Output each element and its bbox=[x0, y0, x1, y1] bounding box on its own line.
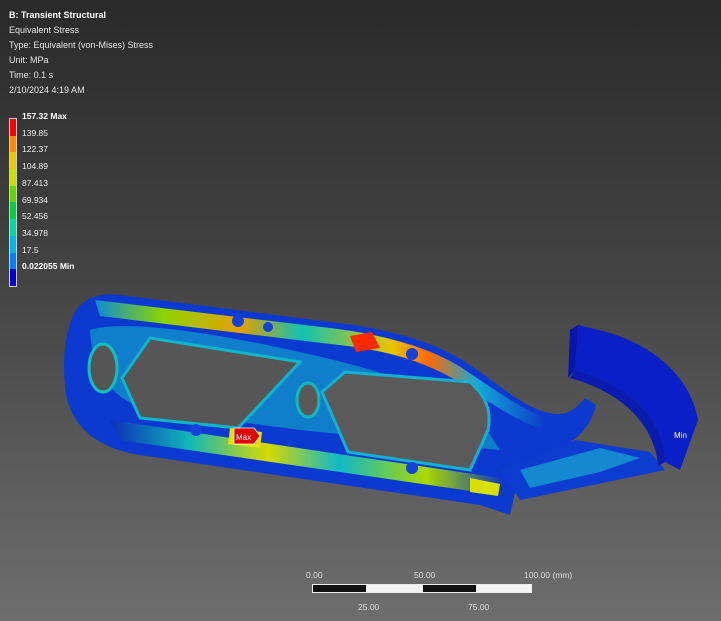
scale-tick-50: 50.00 bbox=[414, 570, 436, 580]
min-probe[interactable]: Min bbox=[674, 431, 687, 440]
max-probe-label: Max bbox=[236, 433, 251, 442]
max-probe[interactable]: Max bbox=[233, 427, 261, 445]
scale-tick-0: 0.00 bbox=[306, 570, 323, 580]
scale-tick-25: 25.00 bbox=[358, 602, 380, 612]
center-bore bbox=[295, 381, 321, 419]
scale-bar: 0.00 50.00 100.00 (mm) 25.00 75.00 bbox=[300, 568, 573, 618]
scale-tick-75: 75.00 bbox=[468, 602, 490, 612]
model-viewport[interactable]: Max Min bbox=[0, 0, 721, 621]
scale-segment-4 bbox=[477, 584, 532, 593]
scale-segment-2 bbox=[367, 584, 422, 593]
min-probe-label: Min bbox=[674, 431, 687, 440]
left-bore bbox=[87, 342, 119, 394]
scale-segment-1 bbox=[312, 584, 367, 593]
bracket-model bbox=[64, 294, 698, 515]
scale-tick-100: 100.00 (mm) bbox=[524, 570, 573, 580]
scale-segment-3 bbox=[422, 584, 477, 593]
